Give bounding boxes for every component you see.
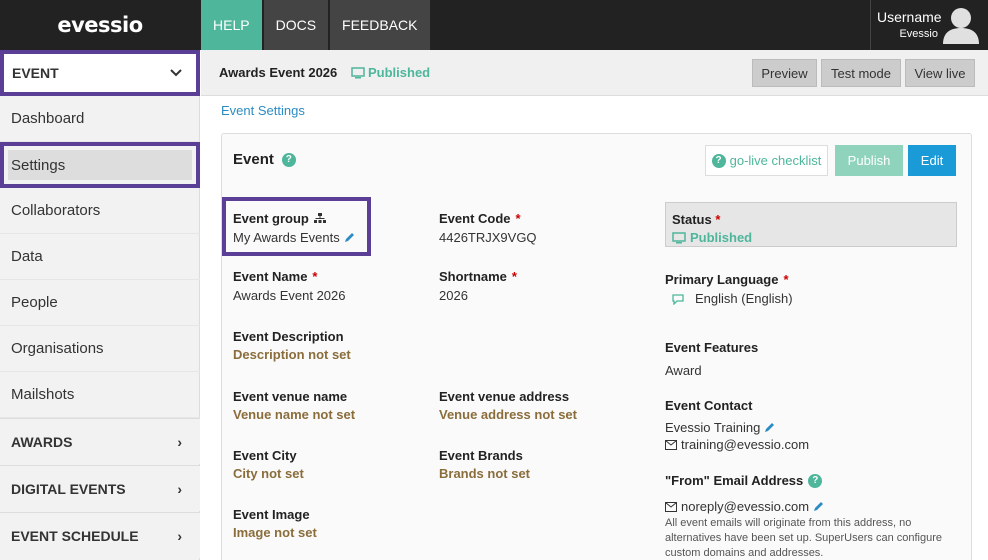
preview-button[interactable]: Preview [752,59,817,87]
sidebar-item-data[interactable]: Data [0,234,200,280]
publish-button[interactable]: Publish [835,145,903,176]
sidebar-section-event-schedule[interactable]: EVENT SCHEDULE › [0,512,200,558]
sidebar-item-label: Data [11,248,43,265]
user-name: Username [877,9,942,25]
field-label: Event group [233,211,355,226]
help-icon[interactable]: ? [808,473,823,488]
field-event-city: Event City City not set [233,448,304,481]
chevron-down-icon [170,69,182,77]
user-org: Evessio [899,28,938,40]
top-bar: evessio HELP DOCS FEEDBACK Username Eves… [0,0,988,50]
sidebar-item-mailshots[interactable]: Mailshots [0,372,200,418]
field-from-email: "From" Email Address ? noreply@evessio.c… [665,473,960,560]
sidebar-item-organisations[interactable]: Organisations [0,326,200,372]
help-icon: ? [711,153,726,168]
go-live-checklist-button[interactable]: ? go-live checklist [705,145,828,176]
envelope-icon [665,439,677,450]
field-event-group: Event group My Awards Events [233,211,355,245]
test-mode-button[interactable]: Test mode [821,59,901,87]
sidebar-section-awards[interactable]: AWARDS › [0,418,200,464]
sidebar-item-label: Settings [8,150,192,180]
monitor-icon [672,231,686,243]
field-event-image: Event Image Image not set [233,507,317,540]
tab-docs[interactable]: DOCS [263,0,329,50]
sidebar-item-label: People [11,294,58,311]
sidebar-item-label: Dashboard [11,110,85,127]
pencil-icon[interactable] [813,501,824,512]
chevron-right-icon: › [177,433,182,450]
help-icon[interactable]: ? [281,152,296,167]
field-event-features: Event Features Award [665,340,759,378]
chevron-right-icon: › [177,480,182,497]
sidebar-item-collaborators[interactable]: Collaborators [0,188,200,234]
breadcrumb[interactable]: Event Settings [221,103,305,118]
user-menu[interactable]: Username Evessio [870,0,988,50]
status-text: Published [368,65,431,80]
field-event-code: Event Code * 4426TRJX9VGQ [439,211,537,245]
sidebar-item-dashboard[interactable]: Dashboard [0,96,200,142]
field-event-description: Event Description Description not set [233,329,351,362]
panel-title-text: Event [233,151,274,168]
pencil-icon[interactable] [344,232,355,243]
sidebar-section-label: AWARDS [11,433,73,450]
tab-feedback[interactable]: FEEDBACK [330,0,430,50]
field-shortname: Shortname * 2026 [439,269,517,303]
status-value: Published [690,230,753,245]
sidebar-item-people[interactable]: People [0,280,200,326]
chevron-right-icon: › [177,527,182,544]
field-value: My Awards Events [233,230,355,245]
pencil-icon[interactable] [764,422,775,433]
top-nav: HELP DOCS FEEDBACK [201,0,432,50]
tab-help[interactable]: HELP [201,0,262,50]
field-venue-name: Event venue name Venue name not set [233,389,356,422]
sidebar-header-label: EVENT [12,65,59,81]
sidebar-section-digital-events[interactable]: DIGITAL EVENTS › [0,465,200,511]
field-event-brands: Event Brands Brands not set [439,448,531,481]
sidebar-event-header[interactable]: EVENT [0,50,200,96]
field-event-name: Event Name * Awards Event 2026 [233,269,346,303]
field-primary-language: Primary Language * English (English) [665,272,793,306]
sidebar-item-label: Organisations [11,340,104,357]
view-live-button[interactable]: View live [905,59,975,87]
field-status: Status * Published [665,202,957,247]
status-badge: Published [351,65,430,80]
monitor-icon [351,66,365,78]
go-live-checklist-label: go-live checklist [729,153,822,168]
field-venue-address: Event venue address Venue address not se… [439,389,577,422]
envelope-icon [665,501,677,512]
sidebar-item-label: Mailshots [11,386,75,403]
from-email-note: All event emails will originate from thi… [665,517,942,559]
event-panel: Event ? ? go-live checklist Publish Edit… [221,133,972,560]
page-title: Awards Event 2026 [219,65,338,80]
edit-button[interactable]: Edit [908,145,956,176]
sidebar-section-label: DIGITAL EVENTS [11,480,126,497]
sidebar-section-label: EVENT SCHEDULE [11,527,139,544]
sitemap-icon [313,213,326,223]
field-event-contact: Event Contact Evessio Training training@… [665,398,810,452]
user-avatar-icon [943,8,979,44]
sidebar-item-label: Collaborators [11,202,101,219]
panel-title: Event ? [233,151,296,168]
speech-bubble-icon [672,293,684,305]
sidebar: EVENT Dashboard Settings Collaborators D… [0,50,200,560]
page-header: Awards Event 2026 Published Preview Test… [201,50,988,96]
logo[interactable]: evessio [0,0,200,50]
sidebar-item-settings[interactable]: Settings [0,142,200,188]
